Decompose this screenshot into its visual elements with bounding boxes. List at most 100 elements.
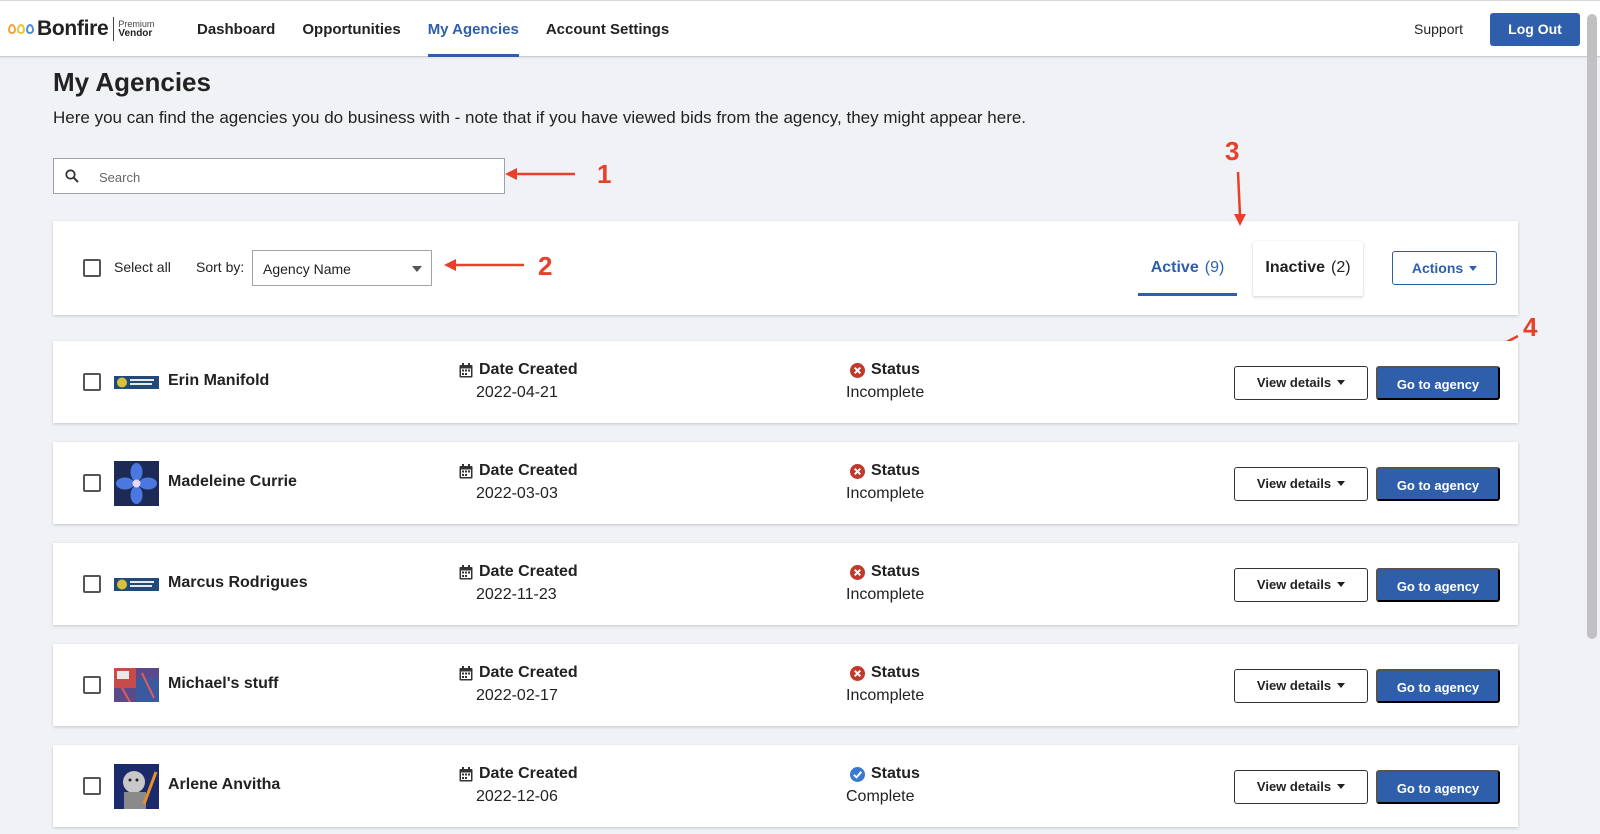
select-all-label: Select all — [114, 259, 171, 275]
view-details-button[interactable]: View details — [1234, 568, 1368, 602]
row-checkbox[interactable] — [83, 777, 101, 795]
status-heading: Status — [850, 462, 920, 480]
go-to-agency-button[interactable]: Go to agency — [1376, 568, 1500, 602]
status-label: Status — [871, 563, 920, 580]
calendar-icon — [459, 463, 473, 478]
agency-row: Arlene Anvitha Date Created 2022-12-06 S… — [53, 745, 1518, 827]
go-to-agency-button[interactable]: Go to agency — [1376, 366, 1500, 400]
check-circle-icon — [850, 766, 865, 782]
status-label: Status — [871, 361, 920, 378]
search-box[interactable] — [53, 158, 505, 194]
log-out-button[interactable]: Log Out — [1490, 13, 1580, 46]
date-created-heading: Date Created — [459, 664, 578, 682]
agency-logo-demo-college — [114, 376, 159, 389]
top-navigation-bar: Bonfire Premium Vendor Dashboard Opportu… — [0, 0, 1600, 57]
status-value: Incomplete — [846, 586, 925, 603]
status-label: Status — [871, 765, 920, 782]
view-details-button[interactable]: View details — [1234, 366, 1368, 400]
row-checkbox[interactable] — [83, 676, 101, 694]
caret-down-icon — [1337, 582, 1346, 587]
view-details-button[interactable]: View details — [1234, 770, 1368, 804]
nav-opportunities[interactable]: Opportunities — [302, 1, 400, 57]
status-label: Status — [871, 664, 920, 681]
page-scrollbar[interactable] — [1587, 14, 1597, 639]
sort-by-select[interactable]: Agency Name — [252, 250, 432, 286]
tab-active[interactable]: Active (9) — [1138, 241, 1237, 296]
status-label: Status — [871, 462, 920, 479]
chevron-down-icon — [412, 266, 422, 272]
annotation-label-4: 4 — [1523, 312, 1538, 342]
calendar-icon — [459, 766, 473, 781]
date-created-label: Date Created — [479, 765, 578, 782]
agency-logo-portrait — [114, 764, 159, 809]
actions-dropdown-button[interactable]: Actions — [1392, 251, 1497, 285]
error-x-icon — [850, 564, 865, 580]
error-x-icon — [850, 463, 865, 479]
annotation-arrow-2 — [444, 259, 524, 271]
error-x-icon — [850, 665, 865, 681]
nav-dashboard[interactable]: Dashboard — [197, 1, 275, 57]
annotation-arrow-1 — [505, 168, 575, 180]
go-to-agency-button[interactable]: Go to agency — [1376, 669, 1500, 703]
go-to-agency-button[interactable]: Go to agency — [1376, 770, 1500, 804]
date-created-heading: Date Created — [459, 361, 578, 379]
bonfire-logo[interactable]: Bonfire Premium Vendor — [8, 17, 154, 41]
support-link[interactable]: Support — [1414, 21, 1463, 37]
agency-row: Marcus Rodrigues Date Created 2022-11-23… — [53, 543, 1518, 625]
agency-row: Madeleine Currie Date Created 2022-03-03… — [53, 442, 1518, 524]
main-nav: Dashboard Opportunities My Agencies Acco… — [197, 1, 696, 57]
date-created-heading: Date Created — [459, 765, 578, 783]
date-created-label: Date Created — [479, 664, 578, 681]
date-created-label: Date Created — [479, 462, 578, 479]
view-details-button[interactable]: View details — [1234, 669, 1368, 703]
agency-name: Michael's stuff — [168, 675, 279, 692]
status-heading: Status — [850, 664, 920, 682]
calendar-icon — [459, 564, 473, 579]
go-to-agency-button[interactable]: Go to agency — [1376, 467, 1500, 501]
date-created-value: 2022-04-21 — [476, 384, 558, 401]
select-all-checkbox[interactable] — [83, 259, 101, 277]
search-icon — [65, 169, 79, 183]
agency-name: Erin Manifold — [168, 372, 270, 389]
tab-inactive-count: (2) — [1331, 259, 1351, 276]
logo-wordmark: Bonfire — [37, 17, 109, 40]
calendar-icon — [459, 665, 473, 680]
caret-down-icon — [1469, 266, 1478, 271]
view-details-button[interactable]: View details — [1234, 467, 1368, 501]
date-created-label: Date Created — [479, 563, 578, 580]
view-details-label: View details — [1256, 678, 1332, 693]
agency-row: Erin Manifold Date Created 2022-04-21 St… — [53, 341, 1518, 423]
logo-tier-bottom: Vendor — [118, 28, 153, 39]
caret-down-icon — [1337, 784, 1346, 789]
actions-label: Actions — [1411, 260, 1464, 276]
tab-active-label: Active — [1150, 259, 1199, 276]
agency-logo-flower — [114, 461, 159, 506]
row-checkbox[interactable] — [83, 575, 101, 593]
status-heading: Status — [850, 765, 920, 783]
page-description: Here you can find the agencies you do bu… — [53, 108, 1027, 127]
agency-name: Arlene Anvitha — [168, 776, 281, 793]
annotation-label-1: 1 — [597, 159, 612, 189]
caret-down-icon — [1337, 683, 1346, 688]
agency-logo-demo-college — [114, 578, 159, 591]
status-value: Incomplete — [846, 687, 925, 704]
status-heading: Status — [850, 563, 920, 581]
status-value: Incomplete — [846, 384, 925, 401]
agency-logo-collage — [114, 663, 159, 708]
tab-active-count: (9) — [1204, 259, 1225, 276]
row-checkbox[interactable] — [83, 373, 101, 391]
logo-divider — [113, 17, 115, 41]
search-input[interactable] — [99, 167, 489, 187]
annotation-arrow-3 — [1234, 172, 1246, 226]
agency-name: Marcus Rodrigues — [168, 574, 308, 591]
date-created-value: 2022-03-03 — [476, 485, 558, 502]
sort-by-value: Agency Name — [263, 261, 351, 277]
nav-account-settings[interactable]: Account Settings — [546, 1, 669, 57]
status-value: Complete — [846, 788, 915, 805]
bonfire-flame-icon — [8, 24, 34, 34]
nav-my-agencies[interactable]: My Agencies — [427, 1, 520, 57]
row-checkbox[interactable] — [83, 474, 101, 492]
tab-inactive-label: Inactive — [1265, 259, 1326, 276]
tab-inactive[interactable]: Inactive (2) — [1253, 241, 1363, 296]
page-title: My Agencies — [53, 67, 211, 97]
